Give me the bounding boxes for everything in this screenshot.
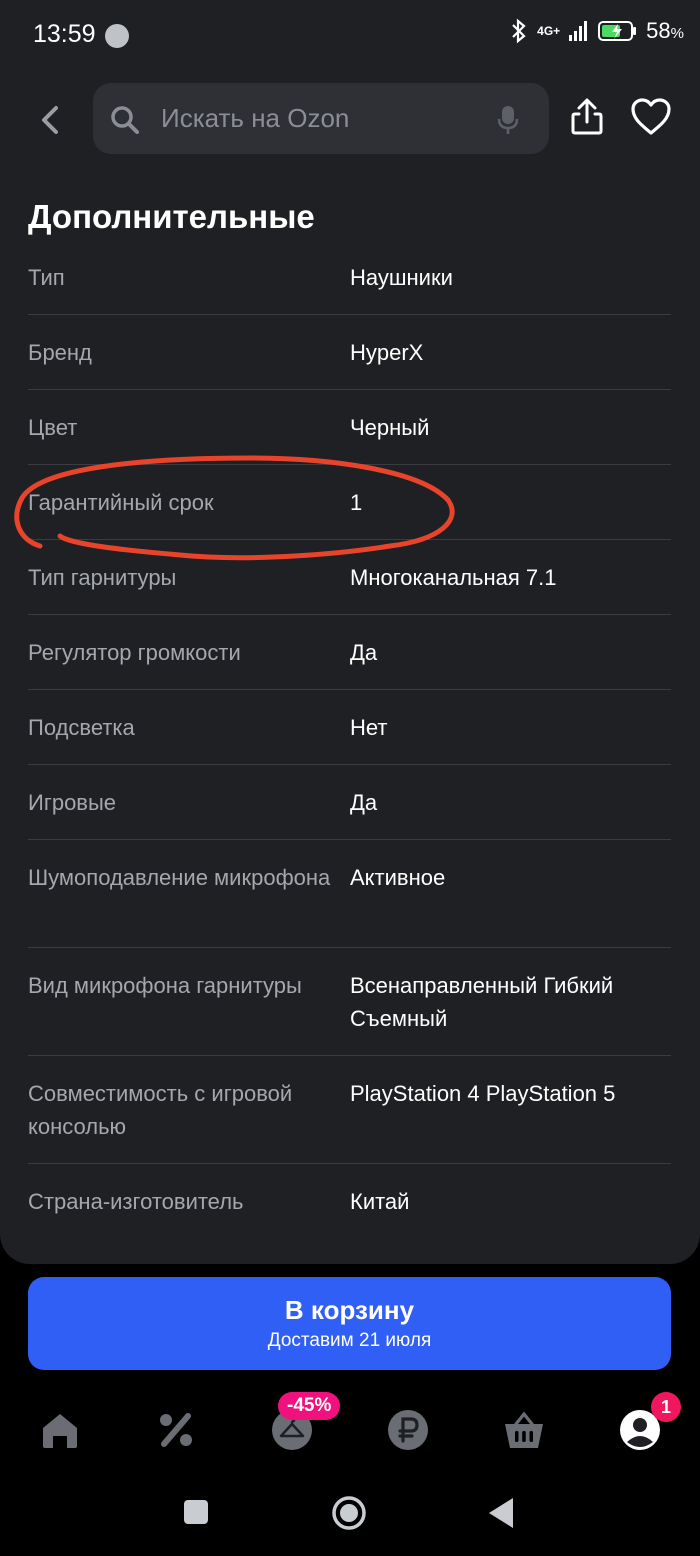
favorite-button[interactable] bbox=[630, 97, 672, 137]
spec-row: Совместимость с игровой консолью PlayStat… bbox=[28, 1056, 671, 1164]
profile-notification-badge: 1 bbox=[651, 1392, 681, 1422]
spec-row: Подсветка Нет bbox=[28, 690, 671, 765]
spec-row: Страна-изготовитель Китай bbox=[28, 1164, 671, 1239]
back-button[interactable] bbox=[30, 100, 70, 140]
sale-badge: -45% bbox=[278, 1392, 341, 1420]
spec-value: Да bbox=[350, 640, 378, 665]
microphone-icon[interactable] bbox=[497, 105, 519, 135]
spec-value[interactable]: HyperX bbox=[350, 336, 670, 369]
recent-apps-button[interactable] bbox=[183, 1499, 209, 1525]
spec-value: Черный bbox=[350, 415, 430, 440]
spec-row: Бренд HyperX bbox=[28, 315, 671, 390]
status-time: 13:59 bbox=[33, 20, 96, 48]
share-icon bbox=[571, 98, 603, 135]
status-icons: 4G+ 58% bbox=[509, 18, 684, 44]
search-input[interactable]: Искать на Ozon bbox=[161, 103, 349, 134]
spec-list: Тип Наушники Бренд HyperX Цвет Черный Гаран… bbox=[28, 240, 671, 1239]
signal-icon bbox=[569, 21, 588, 41]
spec-row: Цвет Черный bbox=[28, 390, 671, 465]
tab-home[interactable] bbox=[38, 1408, 82, 1452]
battery-percent: 58% bbox=[646, 18, 684, 43]
percent-icon bbox=[160, 1413, 192, 1447]
battery-icon bbox=[598, 21, 637, 41]
spec-key: Совместимость с игровой консолью bbox=[28, 1081, 293, 1139]
spec-key: Игровые bbox=[28, 790, 117, 815]
share-button[interactable] bbox=[567, 97, 607, 137]
spec-value: Многоканальная 7.1 bbox=[350, 565, 557, 590]
spec-row-warranty: Гарантийный срок 1 bbox=[28, 465, 671, 540]
spec-key: Подсветка bbox=[28, 715, 135, 740]
add-to-cart-label: В корзину bbox=[284, 1295, 415, 1325]
spec-value: Китай bbox=[350, 1189, 410, 1214]
spec-key: Регулятор громкости bbox=[28, 640, 241, 665]
search-bar[interactable]: Искать на Ozon bbox=[93, 83, 549, 154]
spec-row: Регулятор громкости Да bbox=[28, 615, 671, 690]
product-details-page: Искать на Ozon Дополнительные Тип Наушник… bbox=[0, 70, 700, 1264]
status-bar: 13:59 4G+ 58% bbox=[0, 0, 700, 70]
spec-value: 1 bbox=[350, 490, 363, 515]
spec-value: Да bbox=[350, 790, 378, 815]
heart-icon bbox=[631, 98, 671, 135]
spec-value: Наушники bbox=[350, 265, 453, 290]
cart-area: В корзину Доставим 21 июля bbox=[0, 1264, 700, 1394]
wrench-icon bbox=[105, 24, 129, 48]
basket-icon bbox=[505, 1411, 543, 1448]
spec-value: Всенаправленный Гибкий Съемный bbox=[350, 973, 614, 1031]
tab-cart[interactable] bbox=[502, 1408, 546, 1452]
section-title: Дополнительные bbox=[28, 198, 315, 235]
spec-key: Тип bbox=[28, 265, 65, 290]
chevron-left-icon bbox=[42, 106, 58, 134]
spec-value: PlayStation 4 PlayStation 5 bbox=[350, 1081, 616, 1106]
add-to-cart-button[interactable]: В корзину Доставим 21 июля bbox=[28, 1277, 671, 1370]
spec-key: Страна-изготовитель bbox=[28, 1189, 244, 1214]
top-bar: Искать на Ozon bbox=[0, 70, 700, 170]
network-label: 4G+ bbox=[537, 24, 561, 38]
system-navigation-bar bbox=[0, 1464, 700, 1556]
bluetooth-icon bbox=[512, 18, 526, 44]
spec-row: Тип гарнитуры Многоканальная 7.1 bbox=[28, 540, 671, 615]
spec-row: Игровые Да bbox=[28, 765, 671, 840]
spec-key: Тип гарнитуры bbox=[28, 565, 177, 590]
spec-row: Вид микрофона гарнитуры Всенаправленный Г… bbox=[28, 948, 671, 1056]
spec-key: Вид микрофона гарнитуры bbox=[28, 973, 302, 998]
spec-value: Активное bbox=[350, 865, 446, 890]
spec-key: Шумоподавление микрофона bbox=[28, 865, 331, 890]
delivery-date: Доставим 21 июля bbox=[267, 1330, 432, 1351]
spec-key: Бренд bbox=[28, 340, 92, 365]
home-button[interactable] bbox=[331, 1495, 367, 1531]
spec-row: Тип Наушники bbox=[28, 240, 671, 315]
home-icon bbox=[43, 1414, 77, 1448]
spec-key: Цвет bbox=[28, 415, 78, 440]
search-icon bbox=[111, 106, 139, 134]
tab-finance[interactable] bbox=[386, 1408, 430, 1452]
tab-discounts[interactable] bbox=[154, 1408, 198, 1452]
spec-row: Шумоподавление микрофона Активное bbox=[28, 840, 671, 948]
spec-value: Нет bbox=[350, 715, 388, 740]
back-nav-button[interactable] bbox=[487, 1497, 515, 1529]
ruble-icon bbox=[388, 1410, 428, 1450]
spec-key: Гарантийный срок bbox=[28, 490, 214, 515]
bottom-tab-bar bbox=[0, 1394, 700, 1464]
